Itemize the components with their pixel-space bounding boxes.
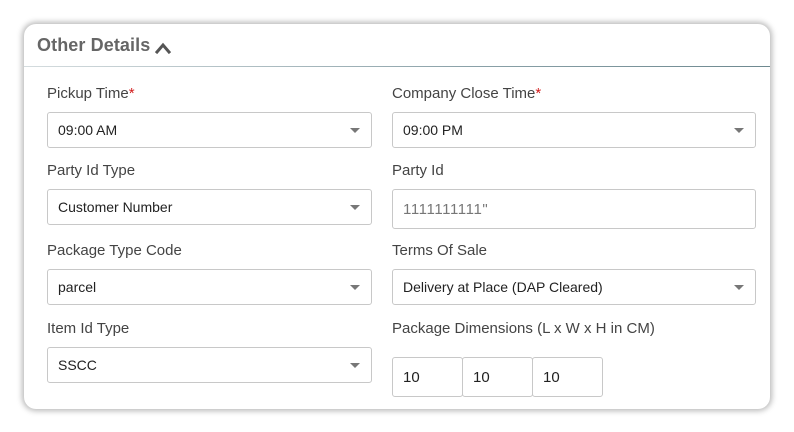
terms-of-sale-value: Delivery at Place (DAP Cleared) [403,279,603,295]
dropdown-caret-icon [350,285,360,290]
party-id-type-select[interactable]: Customer Number [47,189,372,225]
dropdown-caret-icon [350,205,360,210]
section-title: Other Details [37,35,151,55]
item-id-type-value: SSCC [58,357,97,373]
other-details-panel: Other Details Pickup Time* 09:00 AM Comp… [24,24,770,409]
package-length-input[interactable]: 10 [392,357,463,397]
party-id-type-label: Party Id Type [47,162,136,179]
item-id-type-label: Item Id Type [47,320,130,337]
dropdown-caret-icon [734,285,744,290]
package-height-value: 10 [543,368,560,386]
party-id-value: 1111111111" [403,200,489,218]
pickup-time-label: Pickup Time* [47,85,135,102]
terms-of-sale-label: Terms Of Sale [392,242,488,259]
company-close-time-value: 09:00 PM [403,122,463,138]
package-width-value: 10 [473,368,490,386]
dropdown-caret-icon [350,128,360,133]
party-id-input[interactable]: 1111111111" [392,189,756,229]
pickup-time-value: 09:00 AM [58,122,118,138]
item-id-type-select[interactable]: SSCC [47,347,372,383]
required-marker: * [128,85,135,102]
required-marker: * [535,85,542,102]
chevron-up-icon[interactable] [155,41,172,54]
header-divider [24,66,770,67]
package-type-code-value: parcel [58,279,97,295]
party-id-type-value: Customer Number [58,199,173,215]
party-id-label: Party Id [392,162,444,179]
package-length-value: 10 [403,368,420,386]
package-height-input[interactable]: 10 [532,357,603,397]
package-width-input[interactable]: 10 [462,357,533,397]
company-close-time-select[interactable]: 09:00 PM [392,112,756,148]
company-close-time-label-text: Company Close Time [392,85,536,102]
dropdown-caret-icon [350,363,360,368]
dropdown-caret-icon [734,128,744,133]
section-header[interactable]: Other Details [24,24,770,67]
package-type-code-label: Package Type Code [47,242,182,259]
pickup-time-select[interactable]: 09:00 AM [47,112,372,148]
pickup-time-label-text: Pickup Time [47,85,129,102]
terms-of-sale-select[interactable]: Delivery at Place (DAP Cleared) [392,269,756,305]
company-close-time-label: Company Close Time* [392,85,541,102]
package-dimensions-label: Package Dimensions (L x W x H in CM) [392,320,655,337]
package-type-code-select[interactable]: parcel [47,269,372,305]
